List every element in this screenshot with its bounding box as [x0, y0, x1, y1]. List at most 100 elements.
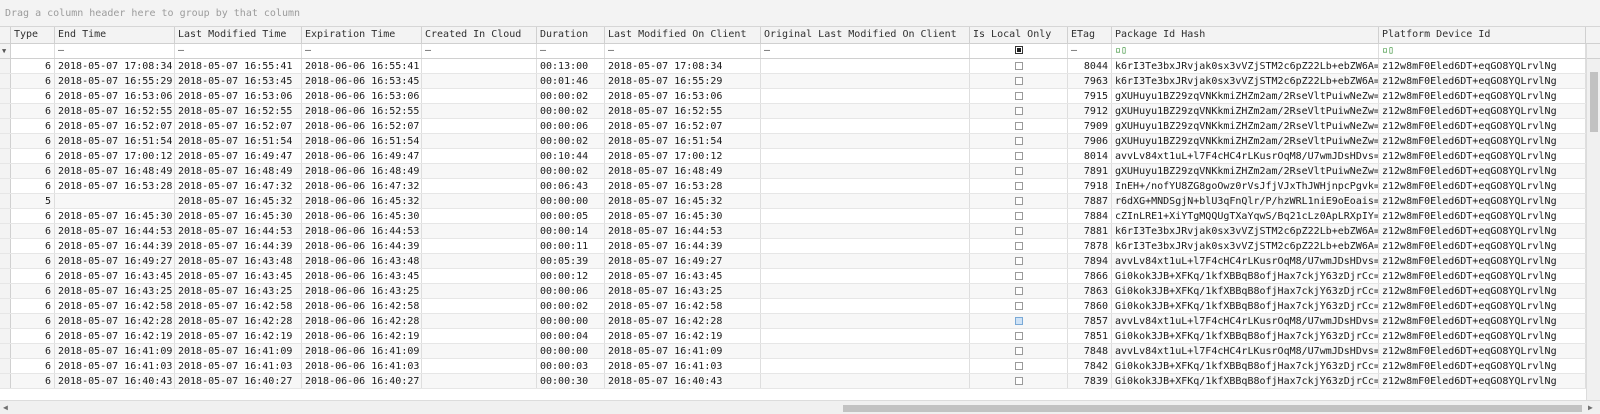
- cell-last-modified-on-client[interactable]: 2018-05-07 16:42:58: [605, 299, 761, 313]
- cell-package-id-hash[interactable]: k6rI3Te3bxJRvjak0sx3vVZjSTM2c6pZ22Lb+ebZ…: [1112, 224, 1379, 238]
- row-indicator[interactable]: [0, 224, 11, 238]
- cell-end-time[interactable]: 2018-05-07 16:43:25: [55, 284, 175, 298]
- cell-created-in-cloud[interactable]: [422, 104, 537, 118]
- cell-is-local-only[interactable]: [970, 194, 1068, 208]
- cell-original-last-modified-on-client[interactable]: [761, 74, 970, 88]
- cell-original-last-modified-on-client[interactable]: [761, 209, 970, 223]
- cell-last-modified-on-client[interactable]: 2018-05-07 16:49:27: [605, 254, 761, 268]
- cell-platform-device-id[interactable]: z12w8mF0Eled6DT+eqGO8YQLrvlNg: [1379, 284, 1586, 298]
- cell-last-modified-time[interactable]: 2018-05-07 16:44:53: [175, 224, 302, 238]
- cell-package-id-hash[interactable]: avvLv84xt1uL+l7F4cHC4rLKusrOqM8/U7wmJDsH…: [1112, 254, 1379, 268]
- is-local-only-checkbox[interactable]: [1015, 137, 1023, 145]
- cell-type[interactable]: 6: [11, 59, 55, 73]
- cell-end-time[interactable]: 2018-05-07 16:51:54: [55, 134, 175, 148]
- cell-original-last-modified-on-client[interactable]: [761, 164, 970, 178]
- is-local-only-checkbox[interactable]: [1015, 77, 1023, 85]
- cell-is-local-only[interactable]: [970, 284, 1068, 298]
- cell-last-modified-time[interactable]: 2018-05-07 16:53:06: [175, 89, 302, 103]
- cell-created-in-cloud[interactable]: [422, 164, 537, 178]
- cell-created-in-cloud[interactable]: [422, 314, 537, 328]
- cell-expiration-time[interactable]: 2018-06-06 16:45:30: [302, 209, 422, 223]
- cell-duration[interactable]: 00:00:11: [537, 239, 605, 253]
- cell-type[interactable]: 6: [11, 269, 55, 283]
- cell-last-modified-on-client[interactable]: 2018-05-07 16:44:53: [605, 224, 761, 238]
- column-header-package-id-hash[interactable]: Package Id Hash: [1112, 27, 1379, 43]
- cell-package-id-hash[interactable]: gXUHuyu1BZ29zqVNKkmiZHZm2am/2RseVltPuiwN…: [1112, 104, 1379, 118]
- cell-original-last-modified-on-client[interactable]: [761, 314, 970, 328]
- cell-is-local-only[interactable]: [970, 164, 1068, 178]
- cell-duration[interactable]: 00:00:14: [537, 224, 605, 238]
- cell-platform-device-id[interactable]: z12w8mF0Eled6DT+eqGO8YQLrvlNg: [1379, 254, 1586, 268]
- cell-last-modified-on-client[interactable]: 2018-05-07 16:51:54: [605, 134, 761, 148]
- cell-duration[interactable]: 00:05:39: [537, 254, 605, 268]
- cell-expiration-time[interactable]: 2018-06-06 16:48:49: [302, 164, 422, 178]
- cell-duration[interactable]: 00:00:02: [537, 299, 605, 313]
- vertical-scroll-thumb[interactable]: [1590, 72, 1598, 132]
- cell-is-local-only[interactable]: [970, 74, 1068, 88]
- group-by-panel[interactable]: Drag a column header here to group by th…: [0, 0, 1600, 27]
- cell-is-local-only[interactable]: [970, 209, 1068, 223]
- cell-expiration-time[interactable]: 2018-06-06 16:43:48: [302, 254, 422, 268]
- is-local-only-checkbox[interactable]: [1015, 227, 1023, 235]
- cell-platform-device-id[interactable]: z12w8mF0Eled6DT+eqGO8YQLrvlNg: [1379, 134, 1586, 148]
- cell-last-modified-on-client[interactable]: 2018-05-07 16:53:06: [605, 89, 761, 103]
- cell-is-local-only[interactable]: [970, 59, 1068, 73]
- filter-cell-package-id-hash[interactable]: ▫▯: [1112, 44, 1379, 58]
- cell-end-time[interactable]: 2018-05-07 16:44:39: [55, 239, 175, 253]
- filter-cell-type[interactable]: [11, 44, 55, 58]
- cell-etag[interactable]: 7887: [1068, 194, 1112, 208]
- vertical-scrollbar[interactable]: [1586, 44, 1600, 400]
- table-row[interactable]: 6 2018-05-07 16:40:43 2018-05-07 16:40:27 2…: [0, 374, 1586, 389]
- cell-last-modified-on-client[interactable]: 2018-05-07 17:08:34: [605, 59, 761, 73]
- cell-expiration-time[interactable]: 2018-06-06 16:41:09: [302, 344, 422, 358]
- cell-etag[interactable]: 7860: [1068, 299, 1112, 313]
- cell-package-id-hash[interactable]: Gi0kok3JB+XFKq/1kfXBBqB8ofjHax7ckjY63zDj…: [1112, 329, 1379, 343]
- table-row[interactable]: 6 2018-05-07 16:44:53 2018-05-07 16:44:53 2…: [0, 224, 1586, 239]
- is-local-only-checkbox[interactable]: [1015, 377, 1023, 385]
- table-row[interactable]: 6 2018-05-07 16:53:06 2018-05-07 16:53:06 2…: [0, 89, 1586, 104]
- table-row[interactable]: 6 2018-05-07 17:00:12 2018-05-07 16:49:47 2…: [0, 149, 1586, 164]
- cell-created-in-cloud[interactable]: [422, 89, 537, 103]
- cell-duration[interactable]: 00:00:04: [537, 329, 605, 343]
- cell-duration[interactable]: 00:00:06: [537, 284, 605, 298]
- cell-etag[interactable]: 7894: [1068, 254, 1112, 268]
- cell-end-time[interactable]: 2018-05-07 16:44:53: [55, 224, 175, 238]
- cell-package-id-hash[interactable]: Gi0kok3JB+XFKq/1kfXBBqB8ofjHax7ckjY63zDj…: [1112, 299, 1379, 313]
- cell-duration[interactable]: 00:00:00: [537, 314, 605, 328]
- table-row[interactable]: 6 2018-05-07 16:42:19 2018-05-07 16:42:19 2…: [0, 329, 1586, 344]
- cell-created-in-cloud[interactable]: [422, 194, 537, 208]
- row-indicator[interactable]: [0, 194, 11, 208]
- cell-etag[interactable]: 7878: [1068, 239, 1112, 253]
- cell-last-modified-time[interactable]: 2018-05-07 16:40:27: [175, 374, 302, 388]
- is-local-only-checkbox[interactable]: [1015, 332, 1023, 340]
- chevron-left-icon[interactable]: ◀: [3, 403, 8, 412]
- cell-type[interactable]: 6: [11, 119, 55, 133]
- cell-original-last-modified-on-client[interactable]: [761, 344, 970, 358]
- cell-created-in-cloud[interactable]: [422, 224, 537, 238]
- row-indicator[interactable]: [0, 254, 11, 268]
- cell-last-modified-time[interactable]: 2018-05-07 16:43:48: [175, 254, 302, 268]
- chevron-right-icon[interactable]: ▶: [1588, 403, 1593, 412]
- cell-expiration-time[interactable]: 2018-06-06 16:53:45: [302, 74, 422, 88]
- cell-duration[interactable]: 00:00:02: [537, 164, 605, 178]
- is-local-only-checkbox[interactable]: [1015, 122, 1023, 130]
- cell-duration[interactable]: 00:00:30: [537, 374, 605, 388]
- filter-cell-created-in-cloud[interactable]: —: [422, 44, 537, 58]
- cell-package-id-hash[interactable]: gXUHuyu1BZ29zqVNKkmiZHZm2am/2RseVltPuiwN…: [1112, 89, 1379, 103]
- cell-last-modified-time[interactable]: 2018-05-07 16:42:19: [175, 329, 302, 343]
- cell-last-modified-time[interactable]: 2018-05-07 16:42:28: [175, 314, 302, 328]
- cell-package-id-hash[interactable]: cZInLRE1+XiYTgMQQUgTXaYqwS/Bq21cLz0ApLRX…: [1112, 209, 1379, 223]
- cell-expiration-time[interactable]: 2018-06-06 16:44:39: [302, 239, 422, 253]
- cell-type[interactable]: 6: [11, 299, 55, 313]
- cell-original-last-modified-on-client[interactable]: [761, 284, 970, 298]
- cell-last-modified-time[interactable]: 2018-05-07 16:49:47: [175, 149, 302, 163]
- cell-duration[interactable]: 00:01:46: [537, 74, 605, 88]
- cell-last-modified-on-client[interactable]: 2018-05-07 16:55:29: [605, 74, 761, 88]
- row-indicator[interactable]: [0, 59, 11, 73]
- is-local-only-checkbox[interactable]: [1015, 107, 1023, 115]
- row-indicator[interactable]: [0, 239, 11, 253]
- cell-is-local-only[interactable]: [970, 239, 1068, 253]
- column-header-last-modified-time[interactable]: Last Modified Time: [175, 27, 302, 43]
- cell-end-time[interactable]: 2018-05-07 17:00:12: [55, 149, 175, 163]
- row-indicator[interactable]: [0, 119, 11, 133]
